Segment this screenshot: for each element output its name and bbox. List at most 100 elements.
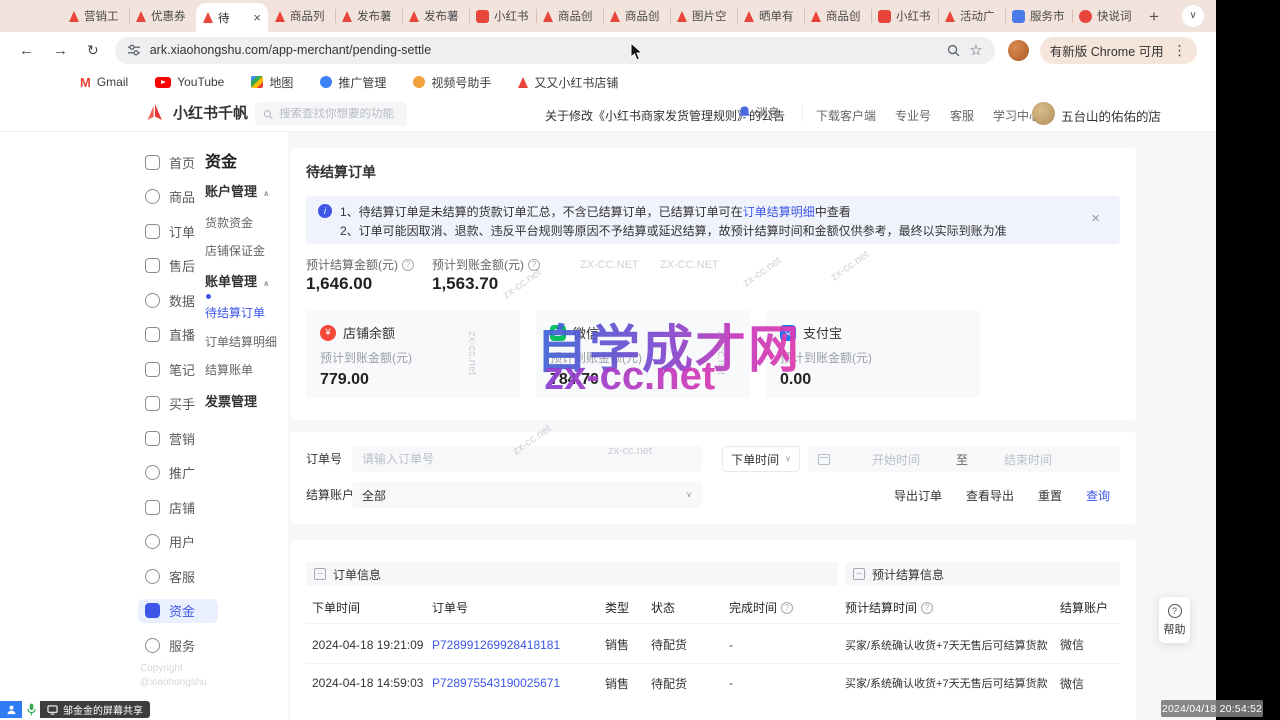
browser-tab[interactable]: 晒单有 (737, 0, 804, 32)
help-circle-icon[interactable] (402, 259, 414, 271)
notice-close-icon[interactable] (1091, 211, 1100, 226)
filter-actions: 导出订单 查看导出 重置 查询 (894, 482, 1110, 508)
sidebar-item-funds[interactable]: 资金 (138, 599, 218, 623)
sidebar-item-shop[interactable]: 店铺 (138, 495, 218, 519)
funds-icon (145, 603, 160, 618)
browser-menu-icon[interactable] (1173, 43, 1187, 57)
browser-tab[interactable]: 发布薯 (402, 0, 469, 32)
settle-account-select[interactable]: 全部 (352, 482, 702, 508)
group-order-info: 订单信息 (306, 562, 838, 586)
help-circle-icon[interactable] (528, 259, 540, 271)
browser-tab[interactable]: 商品列 (268, 0, 335, 32)
browser-tab[interactable]: 小红书 (469, 0, 536, 32)
account-card-alipay: 支付宝 预计到账金额(元) 0.00 (766, 310, 980, 398)
download-client-link[interactable]: 下载客户端 (816, 107, 876, 124)
order-link[interactable]: P728975543190025671 (432, 676, 605, 690)
submenu-group-account[interactable]: 账户管理 (205, 181, 270, 200)
table-row: 2024-04-18 14:59:03 P728975543190025671 … (306, 664, 1120, 702)
submenu-item-settle-bill[interactable]: 结算账单 (205, 361, 253, 378)
collapse-icon[interactable] (853, 568, 865, 580)
bookmark-gmail[interactable]: MGmail (80, 75, 128, 90)
sidebar-item-promotion[interactable]: 推广 (138, 461, 218, 485)
app-logo[interactable]: 小红书千帆 (144, 102, 248, 123)
settle-detail-link[interactable]: 订单结算明细 (743, 205, 815, 219)
browser-tab[interactable]: 快说词 (1072, 0, 1139, 32)
wechat-icon (550, 325, 566, 341)
qianfan-favicon (610, 11, 620, 22)
bookmark-maps[interactable]: 地图 (251, 74, 293, 91)
microphone-icon[interactable] (22, 701, 40, 718)
browser-tab[interactable]: 活动广 (938, 0, 1005, 32)
reload-button[interactable] (87, 43, 99, 57)
chrome-update-chip[interactable]: 有新版 Chrome 可用 (1040, 37, 1197, 64)
submenu-group-bills[interactable]: 账单管理 (205, 271, 270, 290)
sidebar-item-support[interactable]: 客服 (138, 564, 218, 588)
share-status[interactable]: 邹金金的屏幕共享 (40, 701, 150, 718)
browser-profile-avatar[interactable] (1008, 40, 1029, 61)
professional-account-link[interactable]: 专业号 (895, 107, 931, 124)
date-range-picker[interactable]: 开始时间 至 结束时间 (808, 446, 1120, 472)
participant-icon[interactable] (0, 701, 22, 718)
search-icon[interactable] (947, 44, 960, 57)
bookmark-channels-helper[interactable]: 视频号助手 (413, 74, 491, 91)
address-bar[interactable]: ark.xiaohongshu.com/app-merchant/pending… (115, 37, 995, 64)
qianfan-favicon (744, 11, 754, 22)
stat-label: 预计结算金额(元) (306, 256, 414, 273)
submenu-item-deposit[interactable]: 店铺保证金 (205, 242, 265, 259)
sidebar-item-services[interactable]: 服务 (138, 633, 218, 657)
app-search[interactable] (255, 102, 407, 126)
start-date-placeholder[interactable]: 开始时间 (872, 451, 920, 468)
end-date-placeholder[interactable]: 结束时间 (1004, 451, 1052, 468)
back-button[interactable] (19, 43, 34, 58)
tune-icon[interactable] (127, 43, 141, 57)
forward-button[interactable] (53, 43, 68, 58)
help-circle-icon[interactable] (781, 602, 793, 614)
screen-share-indicator[interactable]: 邹金金的屏幕共享 (0, 701, 150, 718)
order-no-input[interactable] (352, 446, 702, 472)
sidebar-item-marketing[interactable]: 营销 (138, 426, 218, 450)
alipay-icon (780, 325, 796, 341)
bookmark-promotion[interactable]: 推广管理 (320, 74, 386, 91)
query-button[interactable]: 查询 (1086, 487, 1110, 504)
sidebar-item-users[interactable]: 用户 (138, 530, 218, 554)
browser-tab[interactable]: 图片空 (670, 0, 737, 32)
submenu-item-goods-funds[interactable]: 货款资金 (205, 214, 253, 231)
export-orders-button[interactable]: 导出订单 (894, 487, 942, 504)
qianfan-favicon (409, 11, 419, 22)
store-chevron-down-icon[interactable] (1147, 108, 1154, 117)
help-circle-icon[interactable] (921, 602, 933, 614)
stat-value: 1,646.00 (306, 274, 372, 294)
browser-tab[interactable]: 营销工 (62, 0, 129, 32)
submenu-group-invoice[interactable]: 发票管理 (205, 391, 257, 410)
browser-tab[interactable]: 优惠券 (129, 0, 196, 32)
time-type-select[interactable]: 下单时间 (722, 446, 800, 472)
customer-service-link[interactable]: 客服 (950, 107, 974, 124)
browser-tab-active[interactable]: 待 (196, 3, 268, 32)
messages-entry[interactable]: 消息 17 (737, 104, 780, 121)
question-circle-icon (1168, 604, 1182, 618)
browser-tab[interactable]: 服务市 (1005, 0, 1072, 32)
browser-tab[interactable]: 商品创 (603, 0, 670, 32)
browser-tab[interactable]: 商品创 (536, 0, 603, 32)
submenu-item-settle-detail[interactable]: 订单结算明细 (205, 333, 277, 350)
account-card-shop-balance: 店铺余额 预计到账金额(元) 779.00 (306, 310, 520, 398)
bookmark-xhs-shop[interactable]: 又又小红书店铺 (518, 74, 618, 91)
order-link[interactable]: P728991269928418181 (432, 638, 605, 652)
tab-overflow-chevron-icon[interactable] (1182, 5, 1204, 27)
submenu-item-pending-settle[interactable]: 待结算订单 (205, 304, 265, 321)
store-name[interactable]: 五台山的佑佑的店 (1061, 106, 1161, 125)
browser-tab[interactable]: 商品创 (804, 0, 871, 32)
tab-close-icon[interactable] (253, 11, 261, 24)
bookmark-youtube[interactable]: YouTube (155, 75, 224, 89)
view-exports-button[interactable]: 查看导出 (966, 487, 1014, 504)
browser-tab[interactable]: 发布薯 (335, 0, 402, 32)
store-avatar[interactable] (1032, 102, 1055, 125)
browser-tab[interactable]: 小红书 (871, 0, 938, 32)
app-search-input[interactable] (279, 108, 399, 120)
bookmark-star-icon[interactable] (969, 43, 982, 58)
reset-button[interactable]: 重置 (1038, 487, 1062, 504)
chevron-down-icon (686, 491, 692, 499)
collapse-icon[interactable] (314, 568, 326, 580)
new-tab-button[interactable] (1139, 0, 1169, 32)
help-widget[interactable]: 帮助 (1159, 597, 1190, 643)
